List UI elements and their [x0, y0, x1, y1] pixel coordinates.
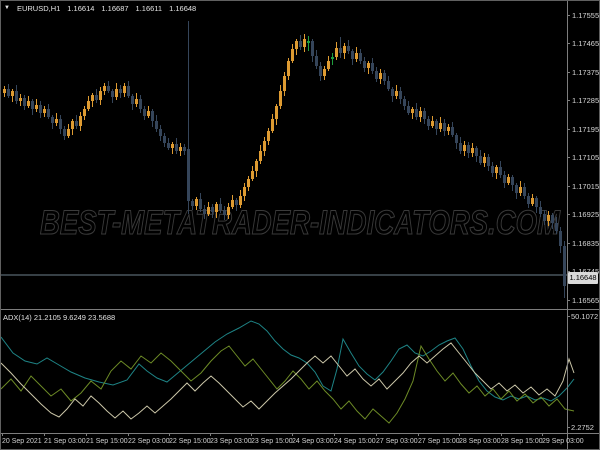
time-axis-label: 20 Sep 2021	[2, 438, 42, 445]
time-axis-label: 23 Sep 15:00	[251, 438, 293, 445]
price-axis-label: 1.17555	[572, 11, 600, 20]
price-axis-label: 1.17285	[572, 96, 600, 105]
main-chart-area[interactable]	[1, 1, 567, 309]
ohlc-close-value: 1.16648	[169, 4, 197, 13]
indicator-header-label: ADX(14) 21.2105 9.6249 23.5688	[3, 313, 116, 322]
time-axis-label: 28 Sep 03:00	[459, 438, 501, 445]
price-axis-label: 1.16835	[572, 239, 600, 248]
time-axis-label: 21 Sep 15:00	[86, 438, 128, 445]
price-axis-label: 1.17105	[572, 153, 600, 162]
symbol-period-label: EURUSD,H1	[16, 4, 61, 13]
time-axis-label: 27 Sep 03:00	[376, 438, 418, 445]
time-axis-label: 27 Sep 15:00	[418, 438, 460, 445]
indicator-scale-axis[interactable]: 50.1072 2.2752	[567, 310, 599, 433]
time-axis-label: 22 Sep 03:00	[128, 438, 170, 445]
adx-indicator-panel[interactable]: ADX(14) 21.2105 9.6249 23.5688	[1, 310, 567, 433]
chart-title-bar: ▼ EURUSD,H1 1.16614 1.16687 1.16611 1.16…	[4, 3, 196, 14]
chart-dropdown-arrow-icon[interactable]: ▼	[4, 3, 10, 14]
price-axis-label: 1.17015	[572, 182, 600, 191]
indicator-scale-min: 2.2752	[571, 423, 594, 432]
ohlc-low-value: 1.16611	[135, 4, 163, 13]
price-axis-label: 1.16565	[572, 296, 600, 305]
time-axis-label: 22 Sep 15:00	[169, 438, 211, 445]
price-axis-label: 1.17195	[572, 125, 600, 134]
time-axis-label: 28 Sep 15:00	[501, 438, 543, 445]
time-axis-label: 21 Sep 03:00	[44, 438, 86, 445]
time-axis-label: 24 Sep 03:00	[292, 438, 334, 445]
chart-window: BEST-METATRADER-INDICATORS.COM ▼ EURUSD,…	[0, 0, 600, 450]
time-axis-label: 29 Sep 03:00	[542, 438, 584, 445]
price-axis-label: 1.17375	[572, 68, 600, 77]
time-axis-label: 23 Sep 03:00	[210, 438, 252, 445]
price-axis-label: 1.16925	[572, 210, 600, 219]
price-axis[interactable]: 1.16648 1.17555 1.17465 1.17375 1.17285 1.17…	[567, 1, 599, 309]
time-axis-label: 24 Sep 15:00	[334, 438, 376, 445]
ohlc-open-value: 1.16614	[67, 4, 95, 13]
time-axis[interactable]: 20 Sep 2021 21 Sep 03:00 21 Sep 15:00 22 Se…	[1, 434, 599, 449]
price-axis-label: 1.17465	[572, 39, 600, 48]
indicator-scale-max: 50.1072	[571, 312, 599, 321]
ohlc-high-value: 1.16687	[101, 4, 129, 13]
current-price-tag: 1.16648	[568, 272, 598, 284]
